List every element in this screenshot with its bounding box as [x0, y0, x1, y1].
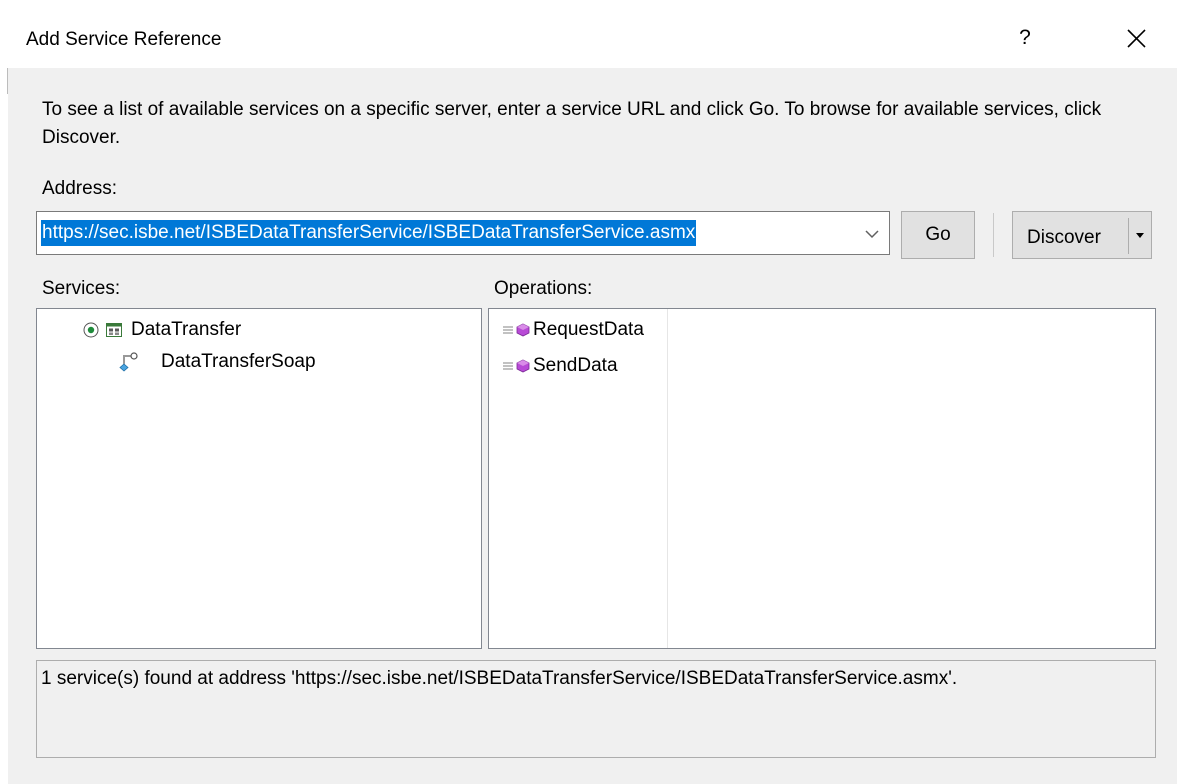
services-label: Services: — [42, 278, 121, 299]
operation-label: SendData — [533, 355, 618, 376]
status-message: 1 service(s) found at address 'https://s… — [41, 668, 958, 689]
status-message-box: 1 service(s) found at address 'https://s… — [36, 660, 1156, 758]
address-input[interactable]: https://sec.isbe.net/ISBEDataTransferSer… — [41, 220, 697, 246]
method-icon — [503, 359, 530, 373]
column-divider — [667, 309, 668, 648]
expand-toggle-icon[interactable] — [83, 322, 99, 338]
tree-item-label: DataTransfer — [131, 319, 242, 340]
window-left-edge — [0, 68, 8, 784]
discover-button-label: Discover — [1027, 227, 1101, 248]
operations-list[interactable]: RequestData SendData — [488, 308, 1156, 649]
services-tree[interactable]: DataTransfer DataTransferSoap — [36, 308, 482, 649]
caret-down-icon[interactable] — [1134, 230, 1146, 240]
operations-label: Operations: — [494, 278, 593, 299]
discover-button[interactable]: Discover — [1012, 211, 1152, 259]
service-icon — [106, 323, 122, 337]
address-combobox[interactable]: https://sec.isbe.net/ISBEDataTransferSer… — [36, 211, 890, 255]
instructions-text: To see a list of available services on a… — [42, 99, 1102, 148]
help-button[interactable]: ? — [1010, 18, 1040, 58]
tree-item-label: DataTransferSoap — [161, 351, 316, 372]
chevron-down-icon[interactable] — [863, 226, 881, 242]
endpoint-icon — [119, 352, 138, 372]
go-button[interactable]: Go — [901, 211, 975, 259]
dialog-titlebar[interactable]: Add Service Reference ? — [0, 0, 1177, 68]
close-button[interactable] — [1108, 14, 1162, 60]
dialog-title: Add Service Reference — [26, 29, 222, 50]
address-label: Address: — [42, 178, 117, 199]
operation-label: RequestData — [533, 319, 644, 340]
split-button-divider — [1128, 218, 1129, 254]
method-icon — [503, 323, 530, 337]
close-icon — [1127, 29, 1146, 48]
toolbar-separator — [993, 213, 994, 257]
